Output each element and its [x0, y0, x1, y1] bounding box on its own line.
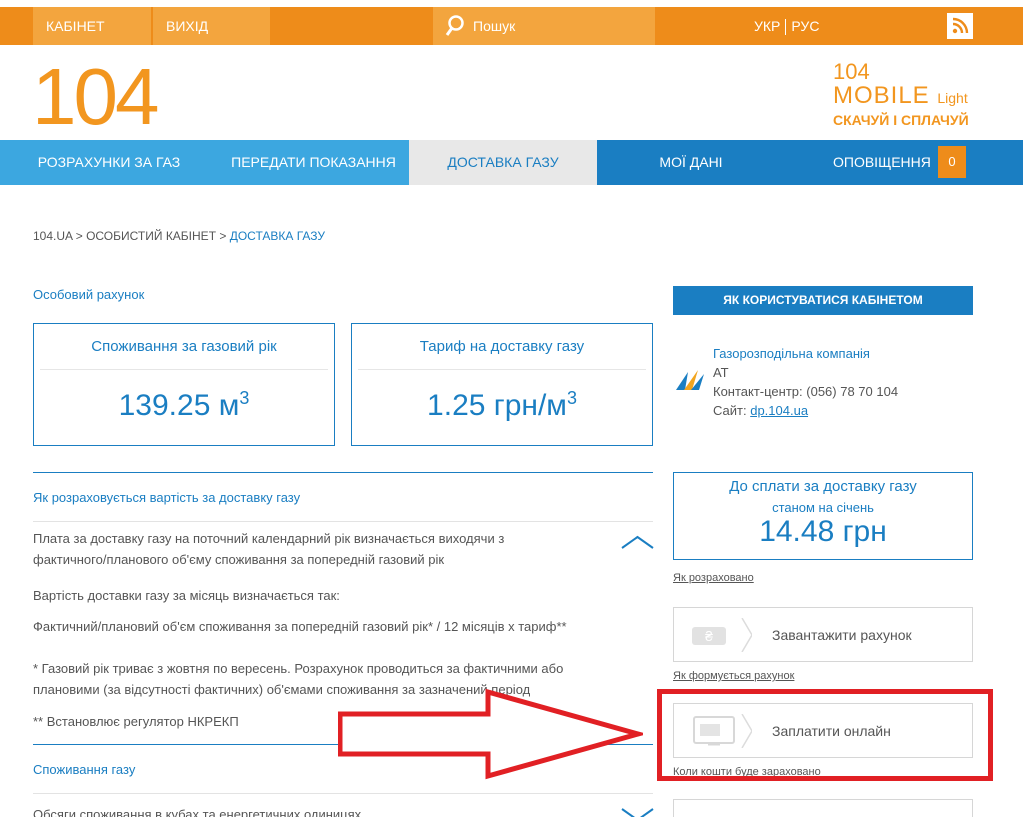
- search-placeholder: Пошук: [473, 18, 516, 34]
- rss-button[interactable]: [947, 13, 973, 39]
- top-bar: КАБІНЕТ ВИХІД Пошук УКР РУС: [0, 7, 1023, 45]
- tariff-value: 1.25 грн/м: [427, 389, 567, 422]
- divider: [33, 793, 653, 794]
- breadcrumb-home[interactable]: 104.UA: [33, 229, 72, 243]
- amount-due-box: До сплати за доставку газу станом на січ…: [673, 472, 973, 560]
- notifications-badge[interactable]: 0: [938, 146, 966, 178]
- download-bill-button[interactable]: ₴ Завантажити рахунок: [673, 607, 973, 662]
- download-bill-label: Завантажити рахунок: [772, 627, 912, 643]
- account-title[interactable]: Особовий рахунок: [33, 287, 144, 302]
- how-formed-link[interactable]: Як формується рахунок: [673, 670, 794, 682]
- divider: [33, 521, 653, 522]
- main-nav: РОЗРАХУНКИ ЗА ГАЗ ПЕРЕДАТИ ПОКАЗАННЯ ДОС…: [0, 140, 1023, 185]
- consumption-section-title[interactable]: Споживання газу: [33, 762, 135, 777]
- company-info: Газорозподільна компанія АТ Контакт-цент…: [713, 346, 899, 418]
- company-contact: Контакт-центр: (056) 78 70 104: [713, 384, 899, 399]
- breadcrumb-current: ДОСТАВКА ГАЗУ: [229, 229, 326, 243]
- calc-paragraph-2: Вартість доставки газу за місяць визнача…: [33, 588, 340, 603]
- consumption-value: 139.25 м: [118, 389, 240, 422]
- calc-paragraph-1: Плата за доставку газу на поточний кален…: [33, 531, 505, 567]
- mobile-banner-light: Light: [937, 90, 968, 106]
- mobile-banner-slogan: СКАЧУЙ І СПЛАЧУЙ: [833, 112, 969, 128]
- language-switcher: УКР РУС: [754, 7, 819, 45]
- mobile-app-banner[interactable]: 104 MOBILE Light СКАЧУЙ І СПЛАЧУЙ: [833, 60, 978, 130]
- consumption-card-title: Споживання за газовий рік: [40, 324, 328, 370]
- how-to-use-button[interactable]: ЯК КОРИСТУВАТИСЯ КАБІНЕТОМ: [673, 286, 973, 315]
- logout-link[interactable]: ВИХІД: [153, 7, 270, 45]
- consumption-card: Споживання за газовий рік 139.25 м3: [33, 323, 335, 446]
- mobile-banner-104: 104: [833, 59, 870, 84]
- lang-ru[interactable]: РУС: [791, 18, 819, 34]
- tariff-card: Тариф на доставку газу 1.25 грн/м3: [351, 323, 653, 446]
- amount-due-title: До сплати за доставку газу: [729, 478, 917, 495]
- nav-item-submit-readings[interactable]: ПЕРЕДАТИ ПОКАЗАННЯ: [218, 140, 409, 185]
- lang-ua[interactable]: УКР: [754, 18, 780, 34]
- rss-icon: [952, 17, 969, 34]
- annotation-arrow-icon: [338, 688, 643, 780]
- amount-due-value: 14.48 грн: [759, 515, 887, 548]
- cabinet-link[interactable]: КАБІНЕТ: [33, 7, 151, 45]
- download-bill-icon: ₴: [692, 618, 752, 652]
- next-action-button[interactable]: [673, 799, 973, 817]
- nav-item-gas-payments[interactable]: РОЗРАХУНКИ ЗА ГАЗ: [0, 140, 218, 185]
- annotation-highlight-box: [657, 689, 993, 781]
- site-logo[interactable]: 104: [32, 52, 159, 142]
- volumes-line: Обсяги споживання в кубах та енергетични…: [33, 807, 362, 817]
- calc-formula: Фактичний/плановий об'єм споживання за п…: [33, 619, 567, 634]
- tariff-card-title: Тариф на доставку газу: [358, 324, 646, 370]
- amount-due-subtitle: станом на січень: [772, 500, 874, 515]
- breadcrumb-cabinet[interactable]: ОСОБИСТИЙ КАБІНЕТ: [86, 229, 216, 243]
- divider: [33, 472, 653, 473]
- calc-footnote-2: ** Встановлює регулятор НКРЕКП: [33, 714, 239, 729]
- company-type: АТ: [713, 365, 729, 380]
- chevron-down-icon[interactable]: [621, 808, 654, 817]
- nav-item-gas-delivery[interactable]: ДОСТАВКА ГАЗУ: [409, 140, 597, 185]
- search-icon: [445, 15, 464, 36]
- breadcrumb: 104.UA > ОСОБИСТИЙ КАБІНЕТ > ДОСТАВКА ГА…: [33, 229, 326, 243]
- company-name: Газорозподільна компанія: [713, 346, 870, 361]
- nav-item-my-data[interactable]: МОЇ ДАНІ: [597, 140, 785, 185]
- how-calculated-link[interactable]: Як розраховано: [673, 572, 754, 584]
- search-input[interactable]: Пошук: [433, 7, 655, 45]
- company-logo-icon: [676, 370, 704, 390]
- company-site-link[interactable]: dp.104.ua: [750, 403, 808, 418]
- how-calc-section-title[interactable]: Як розраховується вартість за доставку г…: [33, 490, 300, 505]
- chevron-up-icon[interactable]: [621, 535, 654, 549]
- nav-item-notifications[interactable]: ОПОВІЩЕННЯ: [785, 140, 1023, 185]
- mobile-banner-mobile: MOBILE: [833, 82, 930, 109]
- svg-text:₴: ₴: [705, 628, 713, 644]
